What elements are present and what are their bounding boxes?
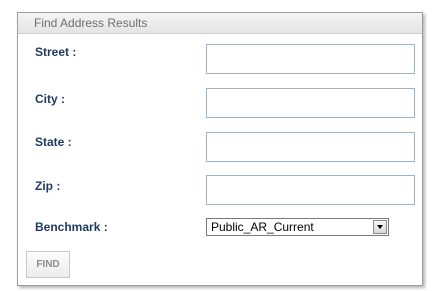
panel-header: Find Address Results (18, 13, 422, 34)
find-address-panel: Find Address Results Street : City : Sta… (17, 12, 423, 286)
find-button[interactable]: FIND (26, 251, 70, 278)
city-input[interactable] (206, 88, 415, 118)
state-label: State : (35, 135, 72, 149)
select-dropdown-button[interactable] (373, 220, 387, 234)
benchmark-label: Benchmark : (35, 220, 108, 234)
street-label: Street : (35, 45, 77, 59)
state-input[interactable] (206, 132, 415, 162)
panel-title: Find Address Results (34, 16, 148, 30)
city-label: City : (35, 92, 65, 106)
zip-label: Zip : (35, 179, 61, 193)
benchmark-selected-value: Public_AR_Current (211, 220, 314, 234)
zip-input[interactable] (206, 175, 415, 205)
street-input[interactable] (206, 44, 415, 74)
benchmark-select[interactable]: Public_AR_Current (206, 218, 389, 236)
chevron-down-icon (377, 225, 383, 229)
